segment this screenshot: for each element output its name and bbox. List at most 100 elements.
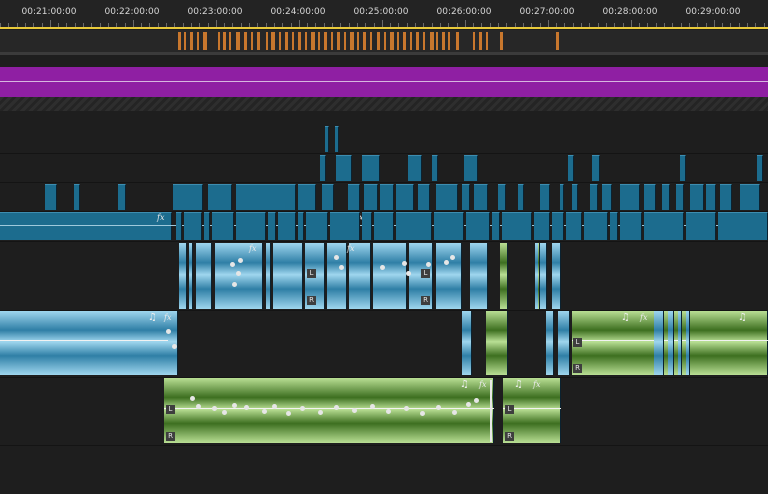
clip-marker[interactable] — [271, 32, 275, 50]
keyframe[interactable] — [190, 396, 195, 401]
video-clip[interactable] — [322, 184, 334, 210]
video-clip[interactable] — [560, 184, 564, 210]
video-clip[interactable] — [620, 212, 642, 240]
audio-clip[interactable] — [470, 243, 488, 309]
video-clip[interactable] — [335, 126, 339, 152]
video-clip[interactable] — [396, 184, 414, 210]
video-clip[interactable] — [330, 212, 360, 240]
video-clip[interactable] — [518, 184, 524, 210]
video-clip[interactable] — [396, 212, 432, 240]
keyframe[interactable] — [238, 258, 243, 263]
clip-marker[interactable] — [430, 32, 434, 50]
video-clip[interactable] — [118, 184, 126, 210]
video-clip[interactable] — [434, 212, 464, 240]
clip-marker[interactable] — [305, 32, 307, 50]
video-clip[interactable] — [0, 212, 172, 240]
keyframe[interactable] — [370, 404, 375, 409]
audio-clip[interactable] — [436, 243, 462, 309]
keyframe[interactable] — [444, 260, 449, 265]
keyframe[interactable] — [466, 402, 471, 407]
clip-marker[interactable] — [416, 32, 419, 50]
audio-clip[interactable] — [668, 311, 674, 375]
clip-marker[interactable] — [197, 32, 199, 50]
video-clip[interactable] — [45, 184, 57, 210]
clip-marker[interactable] — [337, 32, 340, 50]
keyframe[interactable] — [196, 404, 201, 409]
clip-marker[interactable] — [203, 32, 207, 50]
keyframe[interactable] — [272, 404, 277, 409]
video-clip[interactable] — [298, 184, 316, 210]
work-area-bar[interactable] — [0, 27, 768, 29]
clip-marker[interactable] — [324, 32, 327, 50]
video-clip[interactable] — [374, 212, 394, 240]
audio-clip[interactable] — [196, 243, 212, 309]
video-clip[interactable] — [184, 212, 202, 240]
keyframe[interactable] — [380, 265, 385, 270]
clip-marker[interactable] — [331, 32, 333, 50]
video-clip[interactable] — [610, 212, 618, 240]
audio-clip[interactable] — [189, 243, 193, 309]
video-clip[interactable] — [757, 155, 763, 181]
clip-marker[interactable] — [251, 32, 253, 50]
clip-marker[interactable] — [279, 32, 281, 50]
video-clip[interactable] — [540, 184, 550, 210]
keyframe[interactable] — [334, 255, 339, 260]
video-clip[interactable] — [552, 212, 564, 240]
video-clip[interactable] — [436, 184, 458, 210]
video-clip[interactable] — [474, 184, 488, 210]
audio-clip[interactable] — [535, 243, 547, 309]
video-clip[interactable] — [568, 155, 574, 181]
keyframe[interactable] — [232, 282, 237, 287]
video-clip[interactable] — [584, 212, 608, 240]
clip-marker[interactable] — [190, 32, 193, 50]
audio-clip[interactable] — [266, 243, 271, 309]
video-clip[interactable] — [706, 184, 716, 210]
sequence-timeline[interactable]: 00:21:00:00 00:22:00:00 00:23:00:00 00:2… — [0, 0, 768, 494]
keyframe[interactable] — [352, 408, 357, 413]
video-clip[interactable] — [432, 155, 438, 181]
clip-marker[interactable] — [350, 32, 354, 50]
keyframe[interactable] — [300, 406, 305, 411]
audio-clip[interactable] — [373, 243, 407, 309]
keyframe[interactable] — [426, 262, 431, 267]
clip-marker[interactable] — [266, 32, 268, 50]
keyframe[interactable] — [474, 398, 479, 403]
clip-marker[interactable] — [436, 32, 438, 50]
clip-marker[interactable] — [236, 32, 240, 50]
keyframe[interactable] — [450, 255, 455, 260]
clip-marker[interactable] — [442, 32, 445, 50]
audio-clip[interactable] — [327, 243, 347, 309]
keyframe[interactable] — [386, 409, 391, 414]
keyframe[interactable] — [334, 405, 339, 410]
clip-marker[interactable] — [298, 32, 301, 50]
keyframe[interactable] — [420, 411, 425, 416]
clip-marker[interactable] — [479, 32, 482, 50]
video-clip[interactable] — [325, 126, 329, 152]
video-clip[interactable] — [173, 184, 203, 210]
video-clip[interactable] — [176, 212, 182, 240]
video-clip[interactable] — [236, 212, 266, 240]
audio-clip[interactable] — [179, 243, 187, 309]
clip-marker[interactable] — [473, 32, 475, 50]
keyframe[interactable] — [222, 410, 227, 415]
edit-point[interactable] — [490, 380, 492, 442]
video-clip[interactable] — [572, 184, 578, 210]
keyframe[interactable] — [286, 411, 291, 416]
video-clip[interactable] — [680, 155, 686, 181]
keyframe[interactable] — [244, 405, 249, 410]
video-clip[interactable] — [362, 212, 372, 240]
audio-clip[interactable] — [552, 243, 561, 309]
clip-marker[interactable] — [556, 32, 559, 50]
video-clip[interactable] — [464, 155, 478, 181]
video-clip[interactable] — [348, 184, 360, 210]
clip-marker[interactable] — [318, 32, 320, 50]
audio-clip[interactable] — [546, 311, 554, 375]
audio-clip[interactable] — [486, 311, 508, 375]
audio-clip[interactable] — [678, 311, 682, 375]
video-clip[interactable] — [408, 155, 422, 181]
clip-marker[interactable] — [223, 32, 226, 50]
audio-clip[interactable] — [538, 243, 540, 309]
video-clip[interactable] — [362, 155, 380, 181]
video-clip[interactable] — [204, 212, 210, 240]
video-clip[interactable] — [592, 155, 600, 181]
